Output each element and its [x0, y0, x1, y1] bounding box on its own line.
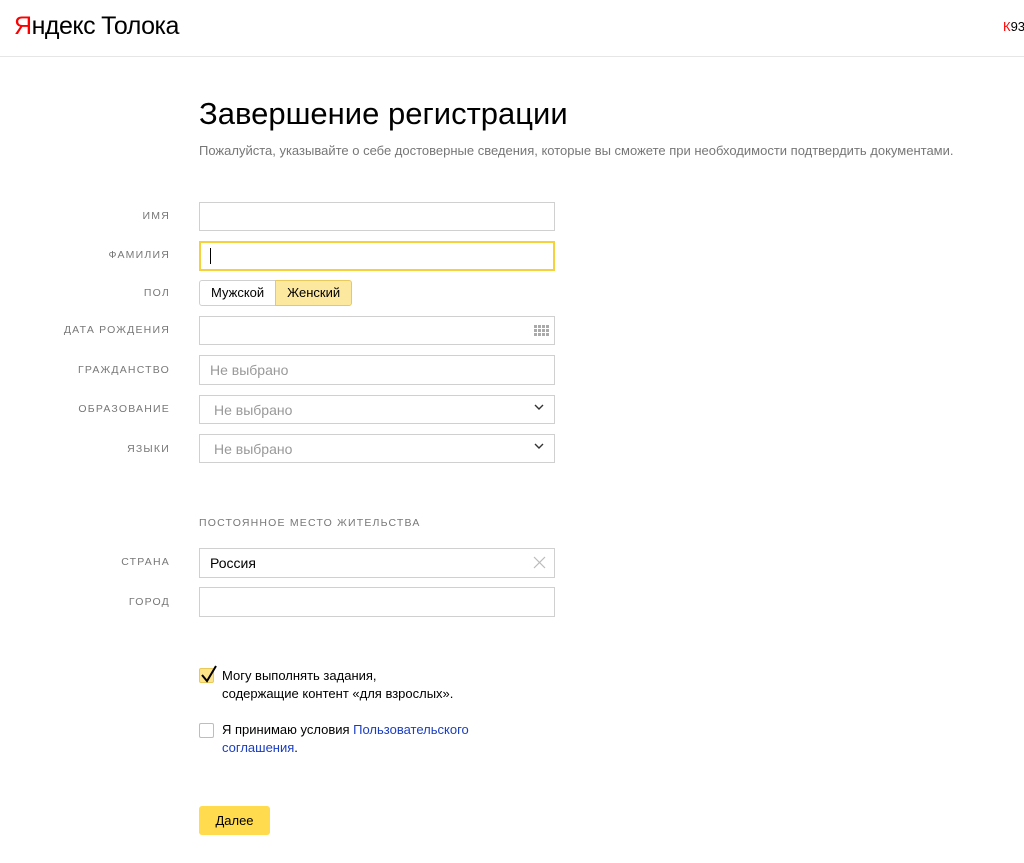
user-login[interactable]: К93	[1003, 19, 1024, 34]
languages-placeholder: Не выбрано	[214, 441, 293, 457]
birth-date-label: ДАТА РОЖДЕНИЯ	[63, 324, 170, 336]
user-agreement-link-cont[interactable]: соглашения	[222, 740, 294, 755]
logo-brand-first: Я	[14, 12, 32, 40]
clear-icon[interactable]	[533, 556, 546, 569]
text-caret	[210, 248, 211, 264]
city-label: ГОРОД	[128, 596, 170, 608]
chevron-down-icon	[534, 443, 544, 449]
agreement-checkbox[interactable]	[199, 723, 214, 738]
education-label: ОБРАЗОВАНИЕ	[78, 403, 170, 415]
user-agreement-link[interactable]: Пользовательского	[353, 722, 469, 737]
last-name-label: ФАМИЛИЯ	[108, 249, 170, 261]
birth-date-input[interactable]	[199, 316, 555, 345]
page-title: Завершение регистрации	[199, 96, 568, 131]
citizenship-placeholder: Не выбрано	[210, 362, 289, 378]
languages-label: ЯЗЫКИ	[127, 443, 170, 455]
yandex-toloka-logo[interactable]: Яндекс Толока	[14, 12, 179, 41]
adult-content-line2: содержащие контент «для взрослых».	[222, 686, 454, 701]
page-subtitle: Пожалуйста, указывайте о себе достоверны…	[199, 143, 954, 158]
education-select[interactable]: Не выбрано	[199, 395, 555, 424]
adult-content-checkbox[interactable]	[199, 665, 217, 683]
header: Яндекс Толока К93	[0, 0, 1024, 57]
country-label: СТРАНА	[121, 556, 170, 568]
calendar-icon[interactable]	[534, 325, 549, 336]
logo-product: Толока	[101, 12, 179, 40]
city-input[interactable]	[199, 587, 555, 617]
checkmark-icon	[201, 665, 217, 683]
country-input[interactable]: Россия	[199, 548, 555, 578]
education-placeholder: Не выбрано	[214, 402, 293, 418]
chevron-down-icon	[534, 404, 544, 410]
citizenship-input[interactable]: Не выбрано	[199, 355, 555, 385]
agreement-text: Я принимаю условия	[222, 722, 354, 737]
adult-content-label: Могу выполнять задания, содержащие конте…	[222, 667, 453, 703]
first-name-input[interactable]	[199, 202, 555, 231]
next-button[interactable]: Далее	[199, 806, 270, 835]
agreement-text-end: .	[294, 740, 298, 755]
gender-toggle: Мужской Женский	[199, 280, 353, 306]
country-value: Россия	[210, 555, 256, 571]
gender-label: ПОЛ	[143, 287, 170, 299]
logo-brand-rest: ндекс	[31, 12, 96, 40]
citizenship-label: ГРАЖДАНСТВО	[77, 364, 170, 376]
gender-male-button[interactable]: Мужской	[199, 280, 277, 306]
residence-section-title: ПОСТОЯННОЕ МЕСТО ЖИТЕЛЬСТВА	[199, 517, 421, 529]
first-name-label: ИМЯ	[142, 210, 170, 222]
user-login-rest: 93	[1010, 19, 1024, 34]
gender-female-button[interactable]: Женский	[275, 280, 353, 306]
languages-select[interactable]: Не выбрано	[199, 434, 555, 463]
agreement-label: Я принимаю условия Пользовательского сог…	[222, 721, 469, 757]
user-login-first: К	[1003, 19, 1011, 34]
adult-content-line1: Могу выполнять задания,	[222, 668, 377, 683]
last-name-input[interactable]	[199, 241, 555, 271]
